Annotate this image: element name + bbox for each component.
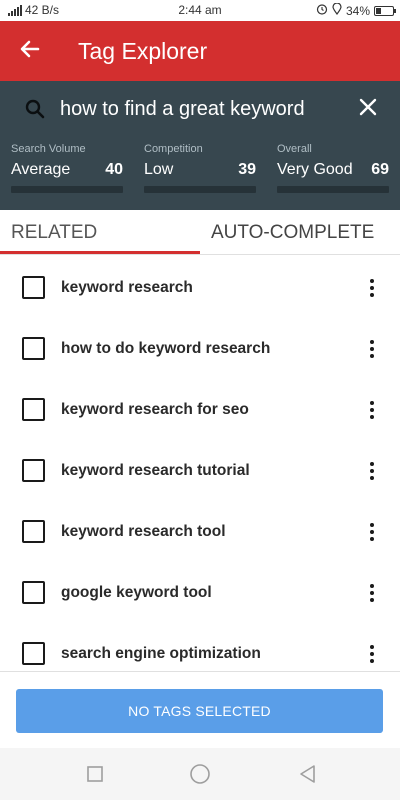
metric-bar	[11, 186, 123, 193]
back-button[interactable]	[0, 21, 60, 81]
metric-competition: Competition Low 39	[144, 143, 256, 193]
tag-checkbox[interactable]	[22, 337, 45, 360]
metric-bar	[277, 186, 389, 193]
battery-percent: 34%	[345, 3, 370, 18]
arrow-back-icon	[20, 39, 40, 64]
recents-square-icon[interactable]	[83, 762, 107, 786]
app-bar: Tag Explorer	[0, 21, 400, 81]
tag-label: search engine optimization	[61, 644, 261, 662]
no-tags-selected-button[interactable]: NO TAGS SELECTED	[16, 689, 383, 733]
metric-bar	[144, 186, 256, 193]
more-options-button[interactable]	[360, 334, 384, 364]
tag-label: keyword research	[61, 278, 193, 296]
status-bar: 42 B/s 2:44 am 34%	[0, 0, 400, 21]
tag-checkbox[interactable]	[22, 520, 45, 543]
metric-value: Low	[144, 161, 174, 178]
metric-score: 39	[238, 161, 256, 178]
metric-overall: Overall Very Good 69	[277, 143, 389, 193]
tab-bar: RELATED AUTO-COMPLETE	[0, 210, 400, 255]
system-nav-bar	[0, 748, 400, 800]
list-item[interactable]: keyword research tutorial	[0, 440, 400, 501]
tag-label: keyword research for seo	[61, 400, 249, 418]
bottom-action-area: NO TAGS SELECTED	[0, 672, 400, 748]
tab-related[interactable]: RELATED	[0, 210, 200, 255]
metric-label: Search Volume	[11, 143, 86, 155]
tag-checkbox[interactable]	[22, 642, 45, 665]
search-panel: Search Volume Average 40 Competition Low…	[0, 81, 400, 210]
related-tags-list: keyword research how to do keyword resea…	[0, 257, 400, 671]
location-icon	[332, 2, 342, 18]
alarm-icon	[316, 3, 328, 18]
metric-score: 40	[105, 161, 123, 178]
home-circle-icon[interactable]	[188, 762, 212, 786]
metric-value: Average	[11, 161, 71, 178]
more-options-button[interactable]	[360, 578, 384, 608]
list-item[interactable]: keyword research for seo	[0, 379, 400, 440]
tag-checkbox[interactable]	[22, 398, 45, 421]
page-title: Tag Explorer	[78, 37, 208, 64]
tag-label: keyword research tutorial	[61, 461, 250, 479]
more-options-button[interactable]	[360, 273, 384, 303]
metric-search-volume: Search Volume Average 40	[11, 143, 123, 193]
search-bar	[0, 81, 400, 137]
tag-label: how to do keyword research	[61, 339, 271, 357]
battery-icon	[374, 5, 396, 16]
tab-auto-complete[interactable]: AUTO-COMPLETE	[200, 210, 400, 255]
tag-checkbox[interactable]	[22, 581, 45, 604]
list-item[interactable]: google keyword tool	[0, 562, 400, 623]
metric-score: 69	[371, 161, 389, 178]
metric-label: Overall	[277, 143, 312, 155]
close-icon	[359, 98, 377, 121]
more-options-button[interactable]	[360, 456, 384, 486]
tag-checkbox[interactable]	[22, 459, 45, 482]
more-options-button[interactable]	[360, 395, 384, 425]
more-options-button[interactable]	[360, 639, 384, 669]
list-item[interactable]: keyword research tool	[0, 501, 400, 562]
list-item[interactable]: search engine optimization	[0, 623, 400, 671]
list-item[interactable]: how to do keyword research	[0, 318, 400, 379]
metric-value: Very Good	[277, 161, 353, 178]
status-right: 34%	[316, 2, 396, 18]
tag-label: google keyword tool	[61, 583, 212, 601]
divider	[0, 254, 400, 255]
tag-label: keyword research tool	[61, 522, 226, 540]
tag-checkbox[interactable]	[22, 276, 45, 299]
search-icon	[18, 92, 52, 126]
metric-label: Competition	[144, 143, 203, 155]
back-triangle-icon[interactable]	[296, 762, 320, 786]
keyword-metrics: Search Volume Average 40 Competition Low…	[0, 143, 400, 203]
clear-search-button[interactable]	[348, 89, 388, 129]
list-item[interactable]: keyword research	[0, 257, 400, 318]
search-input[interactable]	[60, 97, 348, 121]
more-options-button[interactable]	[360, 517, 384, 547]
